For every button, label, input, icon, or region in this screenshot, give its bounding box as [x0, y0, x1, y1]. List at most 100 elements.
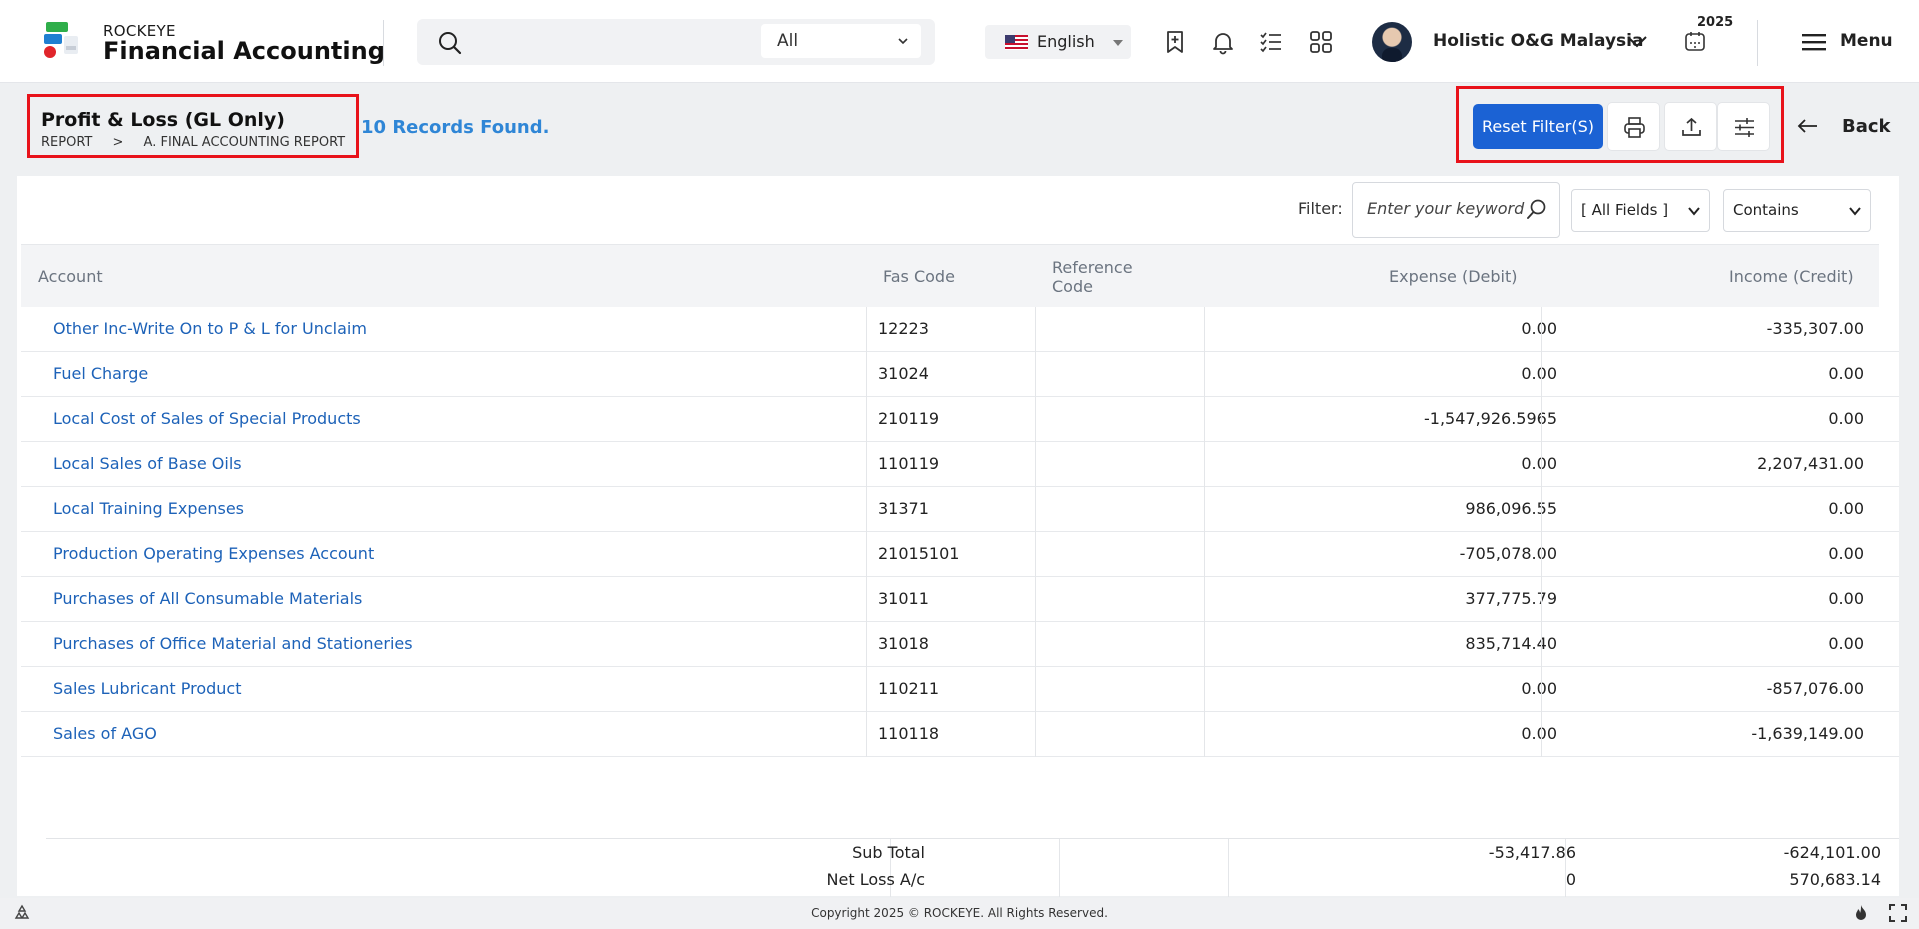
- top-bar: ROCKEYE Financial Accounting All English: [0, 0, 1919, 83]
- expense-cell: 986,096.55: [1465, 499, 1557, 518]
- table-row[interactable]: Fuel Charge 31024 0.00 0.00: [21, 352, 1899, 397]
- bell-icon[interactable]: [1210, 29, 1236, 55]
- fas-code-cell: 12223: [878, 319, 929, 338]
- printer-icon: [1624, 117, 1645, 138]
- filter-mode-value: Contains: [1733, 201, 1799, 219]
- account-link[interactable]: Sales of AGO: [53, 712, 157, 757]
- expense-cell: 0.00: [1521, 679, 1557, 698]
- filter-mode-select[interactable]: Contains: [1723, 189, 1871, 232]
- reset-filters-button[interactable]: Reset Filter(S): [1473, 104, 1603, 149]
- column-header-fas-code[interactable]: Fas Code: [883, 267, 955, 286]
- account-link[interactable]: Purchases of Office Material and Station…: [53, 622, 413, 667]
- expense-cell: 835,714.40: [1465, 634, 1557, 653]
- table-header: Account Fas Code Reference Code Expense …: [21, 244, 1879, 307]
- export-button[interactable]: [1664, 102, 1717, 151]
- calendar-icon[interactable]: [1684, 30, 1706, 52]
- account-link[interactable]: Local Training Expenses: [53, 487, 244, 532]
- account-link[interactable]: Production Operating Expenses Account: [53, 532, 374, 577]
- us-flag-icon: [1005, 35, 1028, 50]
- filter-field-value: [ All Fields ]: [1581, 201, 1669, 219]
- account-link[interactable]: Local Cost of Sales of Special Products: [53, 397, 361, 442]
- back-button[interactable]: Back: [1842, 116, 1891, 137]
- column-header-account[interactable]: Account: [38, 267, 103, 286]
- income-cell: 0.00: [1828, 499, 1864, 518]
- menu-button[interactable]: Menu: [1840, 31, 1893, 51]
- account-link[interactable]: Local Sales of Base Oils: [53, 442, 242, 487]
- account-link[interactable]: Purchases of All Consumable Materials: [53, 577, 362, 622]
- table-row[interactable]: Sales of AGO 110118 0.00 -1,639,149.00: [21, 712, 1899, 757]
- breadcrumb-separator: >: [112, 135, 124, 150]
- fiscal-year-badge: 2025: [1697, 15, 1734, 30]
- language-select[interactable]: English: [985, 25, 1131, 59]
- table-row[interactable]: Purchases of All Consumable Materials 310…: [21, 577, 1899, 622]
- income-cell: -335,307.00: [1766, 319, 1864, 338]
- filter-label: Filter:: [1298, 199, 1343, 218]
- net-loss-label: Net Loss A/c: [826, 870, 925, 889]
- expense-cell: -1,547,926.5965: [1423, 409, 1557, 428]
- column-header-income[interactable]: Income (Credit): [1729, 267, 1854, 286]
- fas-code-cell: 110119: [878, 454, 940, 473]
- bookmark-add-icon[interactable]: [1162, 29, 1188, 55]
- table-row[interactable]: Local Training Expenses 31371 986,096.55 0.…: [21, 487, 1899, 532]
- chevron-down-icon: [898, 38, 908, 45]
- apps-grid-icon[interactable]: [1308, 29, 1334, 55]
- table-row[interactable]: Purchases of Office Material and Station…: [21, 622, 1899, 667]
- fas-code-cell: 110118: [878, 724, 940, 743]
- subtotal-row: Sub Total -53,417.86 -624,101.00: [46, 839, 1899, 867]
- search-scope-select[interactable]: All: [761, 24, 921, 58]
- expense-cell: 0.00: [1521, 454, 1557, 473]
- net-loss-income: 570,683.14: [1789, 870, 1881, 889]
- account-link[interactable]: Sales Lubricant Product: [53, 667, 241, 712]
- filter-search-box[interactable]: [1352, 182, 1560, 238]
- hamburger-menu-icon[interactable]: [1802, 33, 1826, 51]
- account-link[interactable]: Fuel Charge: [53, 352, 148, 397]
- caret-down-icon: [1113, 40, 1123, 46]
- column-header-expense[interactable]: Expense (Debit): [1389, 267, 1518, 286]
- account-link[interactable]: Other Inc-Write On to P & L for Unclaim: [53, 307, 367, 352]
- rockeye-logo-icon[interactable]: [42, 20, 82, 62]
- breadcrumb: REPORT > A. FINAL ACCOUNTING REPORT: [41, 135, 361, 150]
- income-cell: 0.00: [1828, 589, 1864, 608]
- fas-code-cell: 21015101: [878, 544, 960, 563]
- fas-code-cell: 31024: [878, 364, 929, 383]
- back-arrow-icon[interactable]: [1797, 117, 1819, 135]
- chevron-down-icon[interactable]: [1626, 33, 1648, 49]
- divider: [383, 20, 384, 66]
- print-button[interactable]: [1607, 102, 1660, 151]
- chevron-down-icon: [1849, 207, 1861, 216]
- fullscreen-icon[interactable]: [1888, 903, 1908, 923]
- flame-icon[interactable]: [1851, 903, 1871, 923]
- task-list-icon[interactable]: [1258, 29, 1284, 55]
- expense-cell: 377,775.79: [1465, 589, 1557, 608]
- column-divider: [1541, 307, 1542, 757]
- breadcrumb-item-final-accounting[interactable]: A. FINAL ACCOUNTING REPORT: [144, 135, 346, 150]
- page-title: Profit & Loss (GL Only): [41, 109, 285, 131]
- search-scope-value: All: [777, 31, 799, 51]
- income-cell: -857,076.00: [1766, 679, 1864, 698]
- table-row[interactable]: Sales Lubricant Product 110211 0.00 -857,07…: [21, 667, 1899, 712]
- filter-keyword-input[interactable]: [1367, 199, 1527, 218]
- app-title: Financial Accounting: [103, 37, 385, 65]
- search-icon[interactable]: [1525, 198, 1547, 220]
- table-row[interactable]: Production Operating Expenses Account 210…: [21, 532, 1899, 577]
- expense-cell: 0.00: [1521, 364, 1557, 383]
- table-row[interactable]: Local Sales of Base Oils 110119 0.00 2,207,…: [21, 442, 1899, 487]
- net-loss-row: Net Loss A/c 0 570,683.14: [46, 866, 1899, 894]
- records-count: 10 Records Found.: [361, 117, 550, 138]
- column-header-reference-code[interactable]: Reference Code: [1052, 258, 1142, 296]
- user-avatar[interactable]: [1372, 22, 1412, 62]
- chevron-down-icon: [1688, 207, 1700, 216]
- expense-cell: -705,078.00: [1459, 544, 1557, 563]
- breadcrumb-item-report[interactable]: REPORT: [41, 135, 92, 150]
- global-search[interactable]: All: [417, 19, 935, 65]
- totals-block: Sub Total -53,417.86 -624,101.00 Net Los…: [46, 838, 1899, 897]
- column-divider: [1204, 307, 1205, 757]
- filter-settings-button[interactable]: [1717, 102, 1770, 151]
- company-name[interactable]: Holistic O&G Malaysia: [1433, 31, 1643, 51]
- table-row[interactable]: Local Cost of Sales of Special Products 2…: [21, 397, 1899, 442]
- filter-field-select[interactable]: [ All Fields ]: [1571, 189, 1710, 232]
- income-cell: -1,639,149.00: [1751, 724, 1864, 743]
- income-cell: 2,207,431.00: [1757, 454, 1864, 473]
- table-row[interactable]: Other Inc-Write On to P & L for Unclaim 1…: [21, 307, 1899, 352]
- search-icon[interactable]: [437, 30, 463, 56]
